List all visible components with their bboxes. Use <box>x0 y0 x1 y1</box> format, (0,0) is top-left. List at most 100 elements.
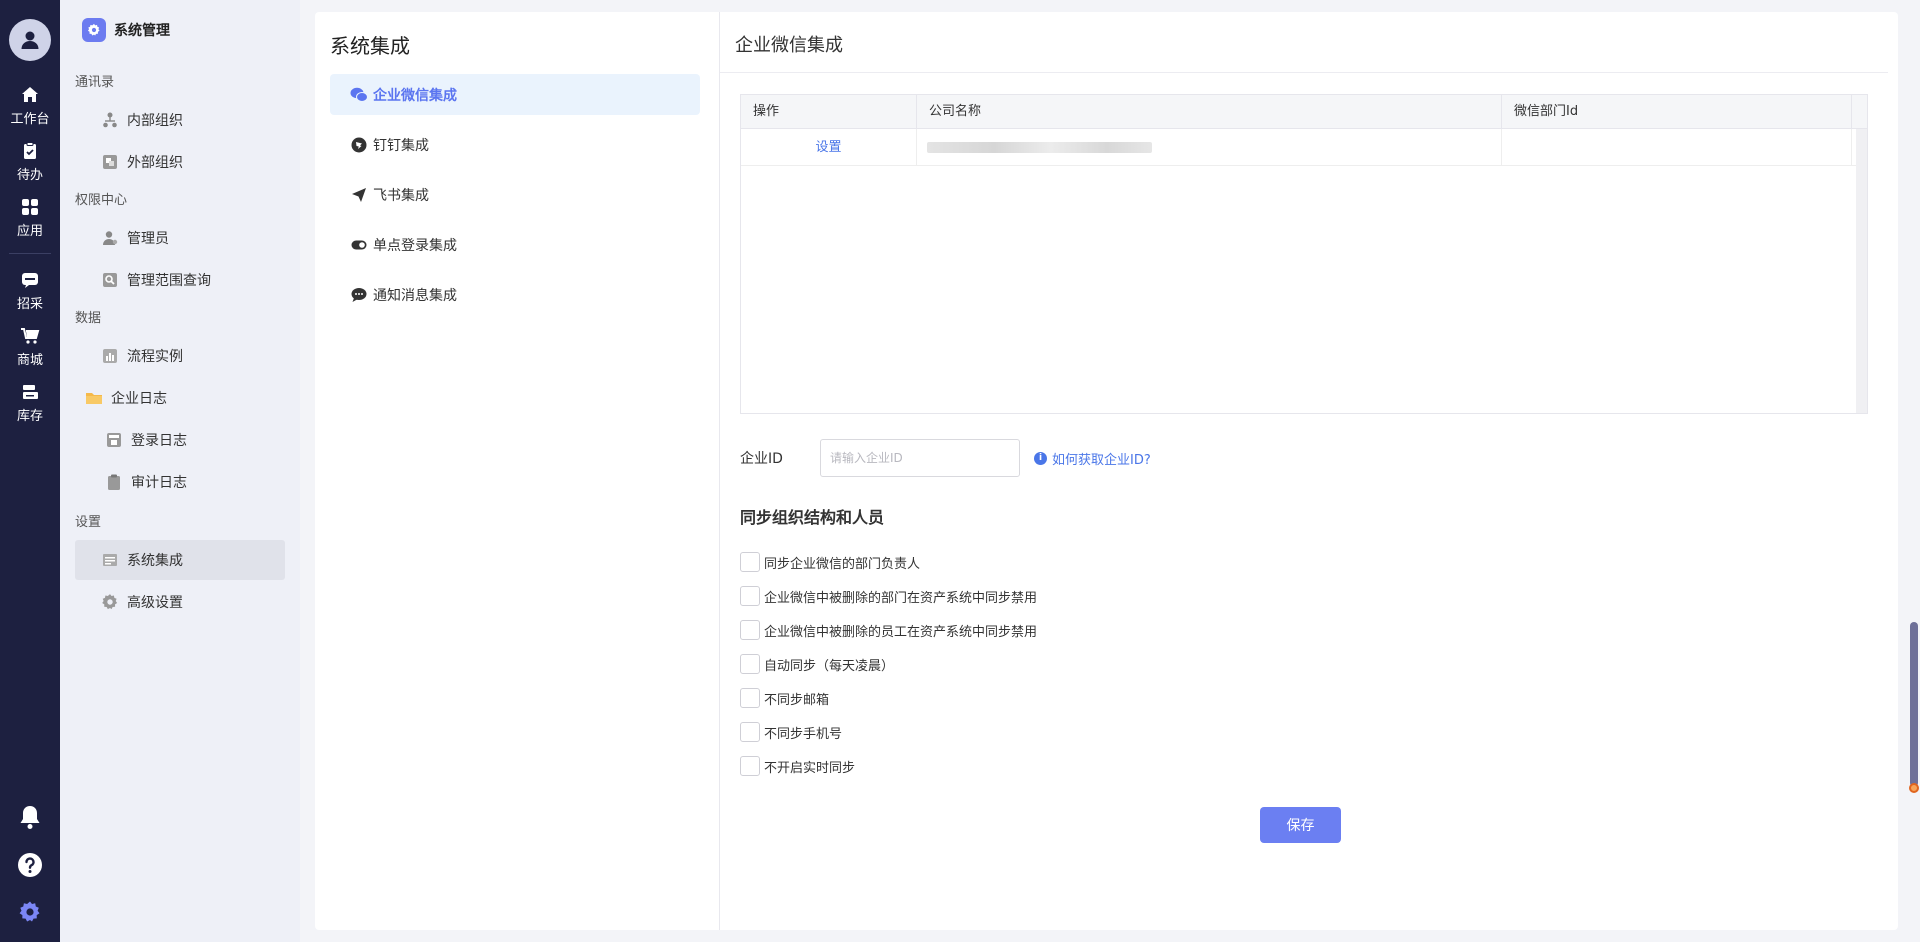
integration-item-sso[interactable]: 单点登录集成 <box>330 224 700 265</box>
integration-icon <box>101 551 119 569</box>
info-icon: i <box>1034 451 1047 465</box>
wechat-icon <box>350 86 368 104</box>
checkbox[interactable] <box>740 688 760 708</box>
gear-icon <box>87 23 100 36</box>
rail-item-mall[interactable]: 商城 <box>0 326 60 368</box>
sidebar-item-admin[interactable]: 管理员 <box>75 218 285 258</box>
settings-link[interactable]: 设置 <box>741 129 917 165</box>
option-label: 自动同步（每天凌晨） <box>764 658 895 674</box>
dept-id-cell <box>1502 129 1852 165</box>
checkbox[interactable] <box>740 756 760 776</box>
rail-item-apps[interactable]: 应用 <box>0 197 60 239</box>
bid-chat-icon <box>22 273 38 288</box>
checkbox[interactable] <box>740 586 760 606</box>
sidebar-item-internal-org[interactable]: 内部组织 <box>75 100 285 140</box>
corp-id-label: 企业ID <box>740 451 783 467</box>
bell-icon[interactable] <box>18 804 42 830</box>
rail-item-label: 待办 <box>16 168 43 183</box>
option-no-realtime-sync[interactable]: 不开启实时同步 <box>740 749 1037 783</box>
sidebar-item-label: 高级设置 <box>127 595 183 611</box>
checkbox[interactable] <box>740 654 760 674</box>
system-sidebar: 系统管理 通讯录 内部组织 外部组织 权限中心 管理员 管理范围查询 数据 流程… <box>60 0 300 942</box>
app-rail: 工作台 待办 应用 招采 商城 库存 <box>0 0 60 942</box>
rail-item-todo[interactable]: 待办 <box>0 141 60 183</box>
home-icon <box>22 87 38 102</box>
title-divider <box>720 72 1888 73</box>
external-org-icon <box>101 153 119 171</box>
table-row: 设置 <box>741 129 1867 166</box>
redacted-company-name <box>927 142 1152 153</box>
sidebar-item-label: 内部组织 <box>127 113 183 129</box>
integration-item-label: 企业微信集成 <box>373 87 457 104</box>
sidebar-item-advanced-settings[interactable]: 高级设置 <box>75 582 285 622</box>
option-skip-email[interactable]: 不同步邮箱 <box>740 681 1037 715</box>
sidebar-item-process-instance[interactable]: 流程实例 <box>75 336 285 376</box>
integration-item-notification[interactable]: 通知消息集成 <box>330 274 700 315</box>
scroll-handle[interactable] <box>1909 783 1919 793</box>
sidebar-item-system-integration[interactable]: 系统集成 <box>75 540 285 580</box>
section-title-contacts: 通讯录 <box>75 75 115 90</box>
company-table: 操作 公司名称 微信部门Id 设置 <box>740 94 1868 414</box>
clipboard-check-icon <box>24 142 36 159</box>
option-disable-deleted-staff[interactable]: 企业微信中被删除的员工在资产系统中同步禁用 <box>740 613 1037 647</box>
rail-item-procurement[interactable]: 招采 <box>0 270 60 312</box>
integration-item-label: 通知消息集成 <box>373 287 457 304</box>
save-button[interactable]: 保存 <box>1260 807 1341 843</box>
wecom-settings-panel: 企业微信集成 操作 公司名称 微信部门Id 设置 企业ID i 如何获取企业ID… <box>720 12 1898 930</box>
rail-item-label: 库存 <box>16 409 43 424</box>
integration-item-label: 单点登录集成 <box>373 237 457 254</box>
sidebar-item-enterprise-log[interactable]: 企业日志 <box>75 378 285 418</box>
sidebar-item-label: 流程实例 <box>127 349 183 365</box>
page-scrollbar[interactable] <box>1909 622 1919 793</box>
search-scope-icon <box>101 271 119 289</box>
settings-gear-icon[interactable] <box>18 900 42 924</box>
integration-item-feishu[interactable]: 飞书集成 <box>330 174 700 215</box>
section-title-settings: 设置 <box>75 515 102 530</box>
org-tree-icon <box>101 111 119 129</box>
checkbox[interactable] <box>740 620 760 640</box>
sidebar-item-external-org[interactable]: 外部组织 <box>75 142 285 182</box>
integration-panel-title: 系统集成 <box>330 34 410 58</box>
help-icon[interactable] <box>17 852 43 878</box>
checkbox[interactable] <box>740 552 760 572</box>
system-logo <box>82 18 106 42</box>
sidebar-item-login-log[interactable]: 登录日志 <box>75 420 285 460</box>
get-corp-id-help-link[interactable]: i 如何获取企业ID? <box>1034 449 1151 468</box>
company-name-cell <box>917 129 1502 165</box>
help-link-label: 如何获取企业ID? <box>1052 452 1151 468</box>
section-title-permission: 权限中心 <box>75 193 128 208</box>
option-sync-dept-leader[interactable]: 同步企业微信的部门负责人 <box>740 545 1037 579</box>
rail-item-label: 应用 <box>16 224 43 239</box>
sidebar-item-label: 系统集成 <box>127 553 183 569</box>
rail-divider <box>9 253 51 254</box>
integration-item-label: 钉钉集成 <box>373 137 429 154</box>
admin-user-icon <box>101 229 119 247</box>
option-auto-sync[interactable]: 自动同步（每天凌晨） <box>740 647 1037 681</box>
sidebar-item-scope-query[interactable]: 管理范围查询 <box>75 260 285 300</box>
sidebar-item-label: 管理员 <box>127 231 169 247</box>
checkbox[interactable] <box>740 722 760 742</box>
sidebar-item-audit-log[interactable]: 审计日志 <box>75 462 285 502</box>
user-icon <box>21 31 39 49</box>
section-title-data: 数据 <box>75 311 102 326</box>
sync-options: 同步企业微信的部门负责人 企业微信中被删除的部门在资产系统中同步禁用 企业微信中… <box>740 545 1037 783</box>
rail-item-label: 商城 <box>16 353 43 368</box>
option-disable-deleted-dept[interactable]: 企业微信中被删除的部门在资产系统中同步禁用 <box>740 579 1037 613</box>
feishu-paper-plane-icon <box>350 186 368 204</box>
option-label: 企业微信中被删除的部门在资产系统中同步禁用 <box>764 590 1038 606</box>
table-scrollbar[interactable] <box>1856 129 1867 413</box>
dingtalk-icon <box>350 136 368 154</box>
option-label: 不开启实时同步 <box>764 760 856 776</box>
integration-item-dingtalk[interactable]: 钉钉集成 <box>330 124 700 165</box>
corp-id-input[interactable] <box>820 439 1020 477</box>
integration-item-wecom[interactable]: 企业微信集成 <box>330 74 700 115</box>
chat-bubble-icon <box>350 286 368 304</box>
rail-item-inventory[interactable]: 库存 <box>0 382 60 424</box>
rail-item-workbench[interactable]: 工作台 <box>0 85 60 127</box>
option-skip-phone[interactable]: 不同步手机号 <box>740 715 1037 749</box>
sidebar-item-label: 企业日志 <box>111 391 167 407</box>
avatar[interactable] <box>9 19 51 61</box>
sidebar-header: 系统管理 <box>60 0 300 60</box>
sidebar-title: 系统管理 <box>114 23 170 39</box>
option-label: 不同步邮箱 <box>764 692 830 708</box>
